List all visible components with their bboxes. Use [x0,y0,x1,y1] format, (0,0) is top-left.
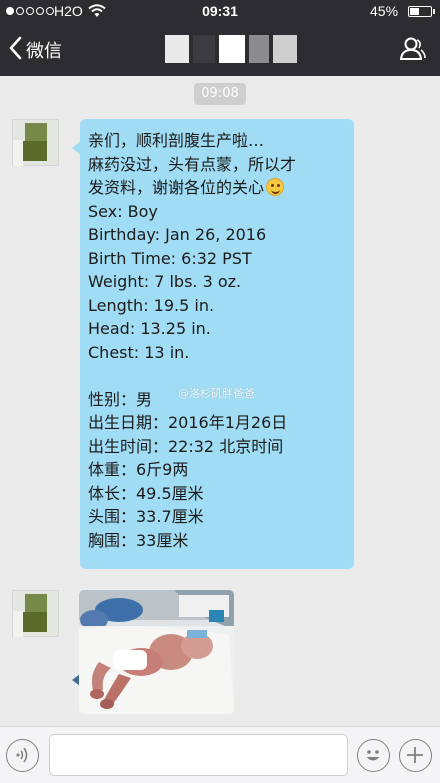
message-line: Chest: 13 in. [88,342,190,362]
message-line: 亲们，顺利剖腹生产啦… [88,131,265,150]
avatar-pixel [13,140,23,166]
battery-level [410,8,419,15]
back-label: 微信 [26,41,62,62]
message-line: Sex: Boy [88,201,158,221]
message-line: Length: 19.5 in. [88,295,215,315]
message-line: 体重：6斤9两 [88,460,189,479]
voice-button[interactable] [6,739,39,772]
message-line: 麻药没过，头有点蒙，所以才 [88,154,297,174]
battery-icon [408,6,432,17]
message-line: 出生时间：22:32 北京时间 [88,436,284,456]
emoji-button[interactable] [357,739,390,772]
person-icon[interactable] [399,37,426,65]
chat-area[interactable]: 09:08 亲们，顺利剖腹生产啦… 麻药没过，头有点蒙，所以才 发资料，谢谢各位… [0,76,440,726]
blur-block [193,35,215,63]
avatar-pixel [25,594,47,612]
message-line: Weight: 7 lbs. 3 oz. [88,272,242,291]
avatar-pixel [25,123,47,141]
plus-icon [407,747,423,763]
message-line: Head: 13.25 in. [88,319,211,338]
watermark: @洛杉矶胖爸爸 [178,387,255,400]
grinning-face-icon [266,178,285,196]
battery-percent: 45% [370,3,399,19]
message-line-text: 发资料，谢谢各位的关心 [88,178,265,197]
smiley-icon [366,750,380,761]
timestamp-badge: 09:08 [194,83,246,105]
voice-icon [16,747,28,763]
message-line: 胸围：33厘米 [88,530,189,550]
avatar-pixel [13,611,23,637]
blur-block [249,35,269,63]
blur-block [273,35,297,63]
message-input[interactable] [49,734,348,776]
newborn-photo[interactable] [79,590,234,714]
blur-block [219,35,245,63]
input-bar [0,726,440,783]
message-bubble[interactable]: 亲们，顺利剖腹生产啦… 麻药没过，头有点蒙，所以才 发资料，谢谢各位的关心 Se… [80,119,354,569]
message-line-with-emoji: 发资料，谢谢各位的关心 [88,176,346,200]
status-bar: H2O 09:31 45% [0,0,440,24]
battery-tip [433,9,435,14]
message-line: 体长：49.5厘米 [88,483,204,503]
chat-title-obscured [165,31,300,67]
message-line: Birth Time: 6:32 PST [88,248,252,268]
message-line: Birthday: Jan 26, 2016 [88,225,267,244]
avatar-pixel [23,141,47,161]
back-button[interactable]: 微信 [8,36,62,64]
avatar[interactable] [12,590,59,637]
message-line: 出生日期：2016年1月26日 [88,413,288,432]
blur-block [165,35,189,63]
avatar-pixel [23,612,47,632]
avatar[interactable] [12,119,59,166]
chevron-left-icon [8,36,22,64]
nav-bar: 微信 [0,24,440,76]
plus-button[interactable] [399,739,432,772]
message-line: 头围：33.7厘米 [88,507,204,526]
